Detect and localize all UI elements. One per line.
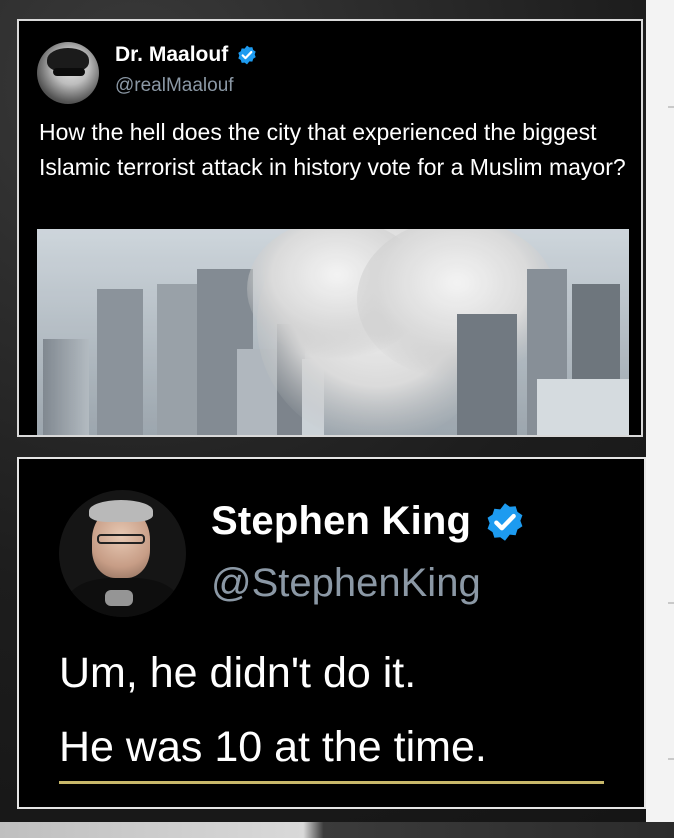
- tweet-text-line-2: He was 10 at the time.: [59, 723, 487, 771]
- right-page-edge: [646, 0, 674, 838]
- avatar-hair: [89, 500, 153, 522]
- author-name[interactable]: Stephen King: [211, 499, 471, 544]
- verified-badge-icon: [483, 500, 527, 544]
- wtc-smoke-photo: [37, 229, 629, 435]
- author-row: Stephen King: [211, 499, 527, 544]
- author-name[interactable]: Dr. Maalouf: [115, 43, 228, 67]
- tweet-card-maalouf[interactable]: Dr. Maalouf @realMaalouf How the hell do…: [17, 19, 643, 437]
- avatar[interactable]: [59, 490, 186, 617]
- author-handle[interactable]: @realMaalouf: [115, 75, 234, 97]
- highlight-underline: [59, 781, 604, 784]
- avatar-glasses: [53, 68, 85, 76]
- avatar[interactable]: [37, 42, 99, 104]
- tweet-photo[interactable]: [37, 229, 629, 435]
- avatar-shirt-print: [105, 590, 133, 606]
- author-row: Dr. Maalouf: [115, 43, 258, 67]
- tweet-text: How the hell does the city that experien…: [39, 119, 626, 180]
- tweet-text-line-1: Um, he didn't do it.: [59, 649, 417, 697]
- avatar-glasses: [97, 534, 145, 544]
- author-handle[interactable]: @StephenKing: [211, 561, 481, 606]
- tweet-card-stephen-king[interactable]: Stephen King @StephenKing Um, he didn't …: [17, 457, 646, 809]
- verified-badge-icon: [236, 44, 258, 66]
- bottom-page-edge: [0, 822, 674, 838]
